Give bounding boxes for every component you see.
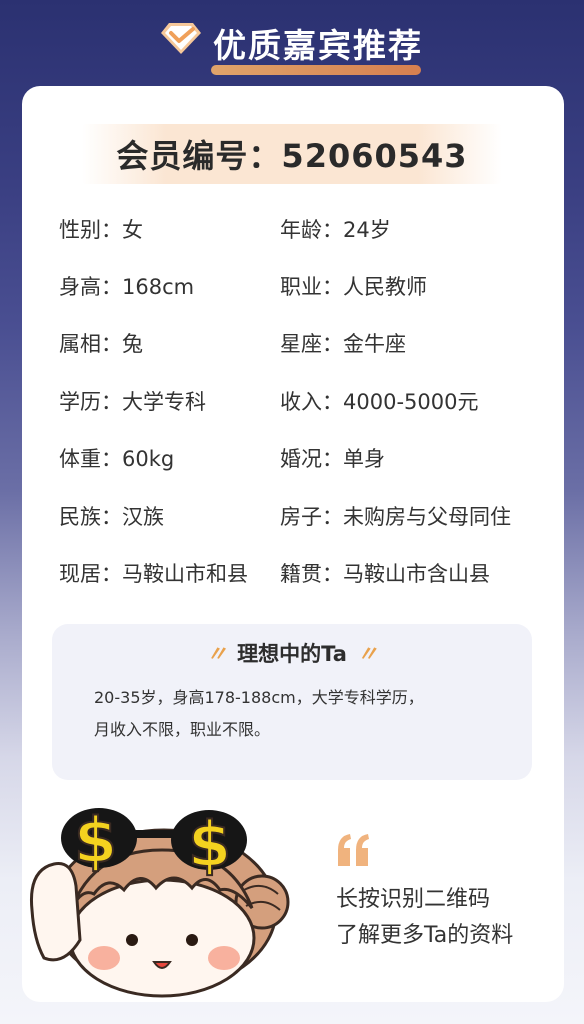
ideal-title: 〃理想中的Ta 〃 <box>52 638 532 668</box>
qr-line-1: 长按识别二维码 <box>336 887 491 912</box>
info-height: 身高：168cm <box>59 275 195 299</box>
ideal-description: 20-35岁，身高178-188cm，大学专科学历， 月收入不限，职业不限。 <box>94 682 514 746</box>
ideal-title-text: 理想中的Ta <box>237 642 347 666</box>
dollar-sign-left: $ <box>74 804 117 877</box>
info-weight: 体重：60kg <box>59 447 175 471</box>
page-title: 优质嘉宾推荐 <box>213 26 423 65</box>
ideal-line-1: 20-35岁，身高178-188cm，大学专科学历， <box>94 688 424 707</box>
info-age: 年龄：24岁 <box>280 218 391 242</box>
info-constellation: 星座：金牛座 <box>280 332 406 356</box>
qr-line-2: 了解更多Ta的资料 <box>336 923 514 948</box>
info-residence: 现居：马鞍山市和县 <box>59 562 248 586</box>
member-id-banner: 会员编号：52060543 <box>82 124 502 184</box>
header-title-wrap: 优质嘉宾推荐 <box>161 19 423 75</box>
info-marital: 婚况：单身 <box>280 447 385 471</box>
header: 优质嘉宾推荐 <box>0 0 584 86</box>
info-hometown: 籍贯：马鞍山市含山县 <box>280 562 490 586</box>
info-occupation: 职业：人民教师 <box>280 275 427 299</box>
info-ethnicity: 民族：汉族 <box>59 505 164 529</box>
ideal-partner-box: 〃理想中的Ta 〃 20-35岁，身高178-188cm，大学专科学历， 月收入不… <box>52 624 532 780</box>
info-housing: 房子：未购房与父母同住 <box>280 505 511 529</box>
info-income: 收入：4000-5000元 <box>280 390 479 414</box>
header-underline <box>211 65 421 75</box>
quote-left-icon: 〃 <box>206 642 228 666</box>
info-zodiac-animal: 属相：兔 <box>59 332 143 356</box>
mascot-girl-icon: $ $ <box>29 803 290 998</box>
quote-right-icon: 〃 <box>356 642 378 666</box>
info-education: 学历：大学专科 <box>59 390 206 414</box>
info-gender: 性别：女 <box>59 218 143 242</box>
qr-instruction: 长按识别二维码 了解更多Ta的资料 <box>336 882 513 954</box>
diamond-badge-icon <box>161 23 201 54</box>
quote-icon <box>338 834 369 866</box>
member-id: 会员编号：52060543 <box>116 137 468 175</box>
ideal-line-2: 月收入不限，职业不限。 <box>94 720 271 739</box>
dollar-sign-right: $ <box>188 808 231 881</box>
